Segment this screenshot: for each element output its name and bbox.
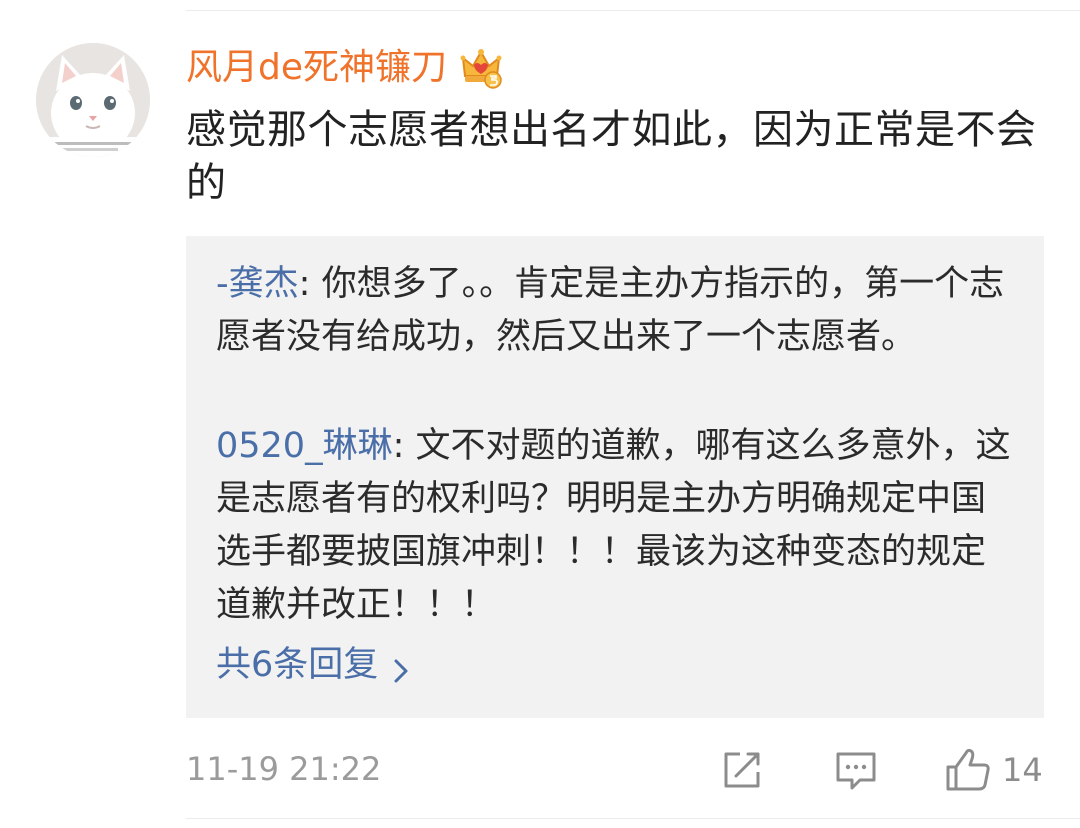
like-button[interactable]: 14 — [944, 746, 1043, 794]
like-count: 14 — [1002, 751, 1043, 789]
thumbs-up-icon — [946, 748, 990, 791]
username-link[interactable]: 风月de死神镰刀 — [186, 44, 447, 92]
comment-timestamp: 11-19 21:22 — [186, 750, 382, 788]
avatar[interactable] — [36, 43, 150, 157]
comment-header: 风月de死神镰刀 — [186, 44, 503, 92]
share-button[interactable] — [720, 746, 764, 794]
white-cat-avatar-icon — [36, 43, 150, 157]
chevron-right-icon — [390, 650, 412, 683]
top-divider — [186, 10, 1080, 11]
comment-icon — [836, 752, 876, 790]
reply-preview-box[interactable]: -龚杰: 你想多了。。肯定是主办方指示的，第一个志愿者没有给成功，然后又出来了一… — [186, 236, 1044, 718]
reply-username[interactable]: -龚杰 — [216, 264, 299, 304]
reply-username[interactable]: 0520_琳琳 — [216, 426, 393, 466]
comment-button[interactable] — [834, 746, 878, 794]
share-icon — [724, 752, 760, 788]
reply-item[interactable]: -龚杰: 你想多了。。肯定是主办方指示的，第一个志愿者没有给成功，然后又出来了一… — [216, 258, 1016, 364]
reply-separator: : — [392, 426, 416, 466]
reply-text: 你想多了。。肯定是主办方指示的，第一个志愿者没有给成功，然后又出来了一个志愿者。 — [216, 264, 1005, 357]
crown-vip-badge-icon[interactable] — [459, 46, 503, 90]
bottom-divider — [186, 818, 1080, 819]
more-replies-label: 共6条回复 — [216, 645, 379, 685]
more-replies-link[interactable]: 共6条回复 — [216, 640, 412, 690]
reply-separator: : — [298, 264, 322, 304]
comment-body: 感觉那个志愿者想出名才如此，因为正常是不会的 — [186, 107, 1037, 206]
reply-item[interactable]: 0520_琳琳: 文不对题的道歉，哪有这么多意外，这是志愿者有的权利吗？明明是主… — [216, 420, 1016, 632]
